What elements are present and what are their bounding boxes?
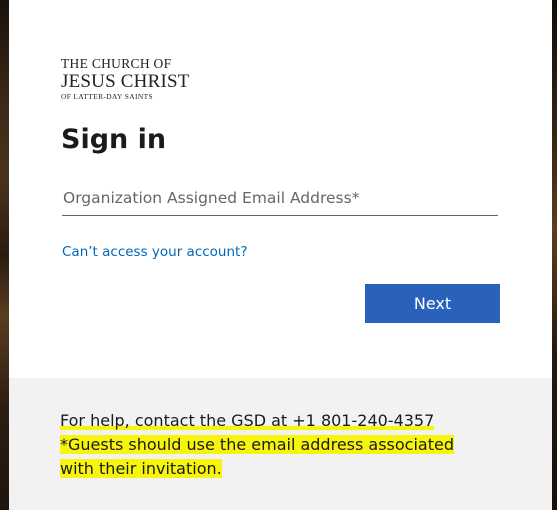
background-image-right (552, 0, 557, 510)
help-contact-text: For help, contact the GSD at +1 801-240-… (60, 411, 435, 430)
email-field[interactable] (62, 180, 498, 216)
background-image-left (0, 0, 9, 510)
page-title: Sign in (61, 124, 167, 155)
cant-access-account-link[interactable]: Can’t access your account? (62, 244, 248, 260)
sign-in-window: THE CHURCH OF JESUS CHRIST OF LATTER-DAY… (0, 0, 557, 510)
sign-in-card: THE CHURCH OF JESUS CHRIST OF LATTER-DAY… (9, 0, 552, 510)
logo-line-2: JESUS CHRIST (61, 70, 190, 92)
guest-note-line-1: *Guests should use the email address ass… (60, 435, 454, 454)
help-footer: For help, contact the GSD at +1 801-240-… (9, 378, 552, 510)
logo-line-1: THE CHURCH OF (61, 56, 172, 71)
guest-note-line-2: with their invitation. (60, 459, 222, 478)
church-logo: THE CHURCH OF JESUS CHRIST OF LATTER-DAY… (61, 57, 190, 100)
next-button[interactable]: Next (365, 284, 500, 323)
logo-line-3: OF LATTER-DAY SAINTS (61, 91, 154, 101)
help-text-block: For help, contact the GSD at +1 801-240-… (60, 409, 454, 481)
